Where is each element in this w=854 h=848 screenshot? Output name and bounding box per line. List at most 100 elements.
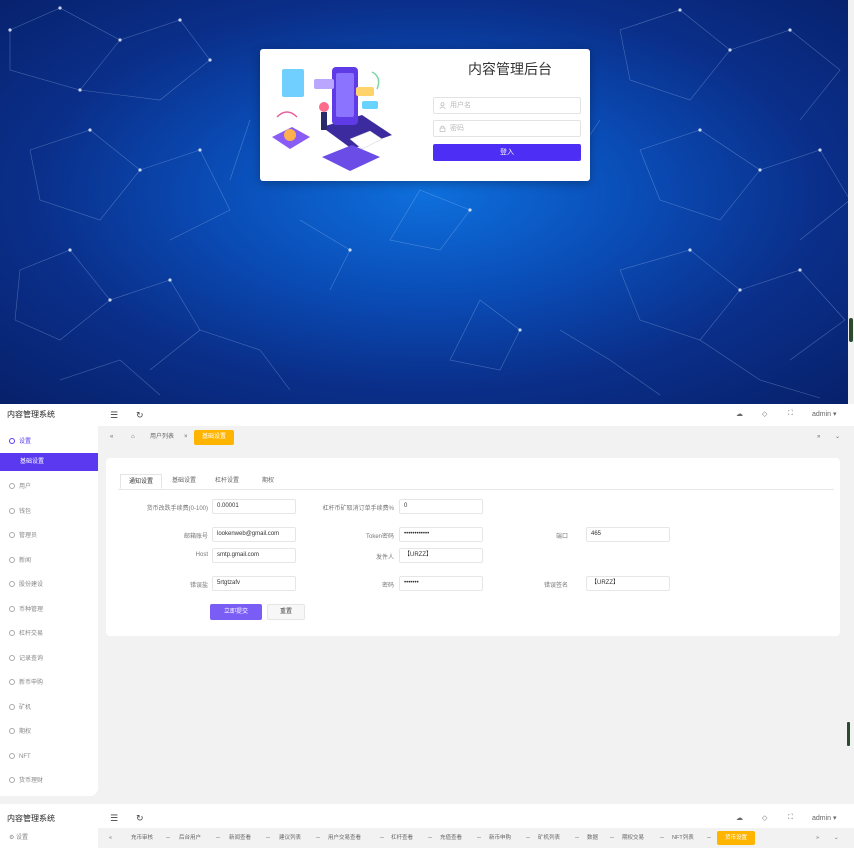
sidebar-item-nft[interactable]: NFT [0, 748, 98, 766]
tab-item[interactable]: 矿机列表 [535, 831, 563, 845]
sidebar-item-label: 股份建设 [19, 582, 44, 588]
reset-button[interactable]: 重置 [267, 604, 305, 620]
sidebar-item-label: 管理员 [19, 533, 38, 539]
tab-item[interactable]: 充值查看 [437, 831, 465, 845]
tab-separator [266, 837, 270, 838]
tab-base-settings[interactable]: 基础设置 [164, 474, 204, 489]
sidebar-item-basic-settings[interactable]: 基础设置 [0, 453, 98, 471]
tab-notify-settings[interactable]: 通知设置 [120, 474, 163, 489]
cancel-fee-input[interactable]: 0 [399, 499, 483, 514]
login-card: 内容管理后台 用户名 密码 登入 [260, 49, 590, 181]
sidebar-item-options[interactable]: 期权 [0, 723, 98, 741]
email-input[interactable]: lookenweb@gmail.com [212, 527, 296, 542]
tab-leverage-settings[interactable]: 杠杆设置 [207, 474, 247, 489]
tabs-prev-icon[interactable]: « [106, 831, 115, 845]
chevron-down-icon[interactable]: ⌄ [831, 831, 842, 845]
salt-input[interactable]: 5rtgtzafv [212, 576, 296, 591]
sidebar-item-miner[interactable]: 矿机 [0, 699, 98, 717]
sidebar-item-wealth[interactable]: 货币理财 [0, 772, 98, 790]
sidebar-item-news[interactable]: 新闻 [0, 552, 98, 570]
sender-input[interactable]: 【URZZ】 [399, 548, 483, 563]
user-icon [439, 102, 446, 109]
tab-item[interactable]: 数据 [584, 831, 601, 845]
host-label: Host [195, 552, 208, 558]
chart-icon [9, 581, 15, 587]
sidebar-item-label: 设置 [19, 439, 32, 445]
host-input[interactable]: smtp.gmail.com [212, 548, 296, 563]
admin-screen-partial: 内容管理系统 ⚙ 设置 ☰ ↻ ☁ ◇ ⛶ admin ▾ « 充币审核 后台用… [0, 810, 854, 848]
tabs-next-icon[interactable]: » [813, 831, 822, 845]
signature-input[interactable]: 【URZZ】 [586, 576, 670, 591]
sidebar-item-settings[interactable]: ⚙ 设置 [0, 828, 98, 848]
tab-item[interactable]: 后台用户 [176, 831, 204, 845]
theme-icon[interactable]: ☁ [736, 410, 743, 418]
username-placeholder: 用户名 [450, 102, 471, 109]
sidebar-item-new-coin[interactable]: 新币申购 [0, 674, 98, 692]
sidebar-item-users[interactable]: 用户 [0, 478, 98, 496]
sidebar-item-leverage[interactable]: 杠杆交易 [0, 625, 98, 643]
scrollbar-thumb[interactable] [847, 722, 850, 746]
home-icon[interactable]: ⌂ [127, 430, 139, 445]
list-icon [9, 753, 15, 759]
tab-separator [610, 837, 614, 838]
tag-icon[interactable]: ◇ [762, 814, 767, 822]
theme-icon[interactable]: ☁ [736, 814, 743, 822]
tab-options[interactable]: 期权 [254, 474, 282, 489]
scrollbar-thumb[interactable] [849, 318, 853, 342]
tab-separator [166, 837, 170, 838]
sidebar-item-label: 用户 [19, 484, 32, 490]
password-field[interactable]: ••••••• [399, 576, 483, 591]
tab-item[interactable]: 用户交易查看 [325, 831, 364, 845]
tab-basic-settings[interactable]: 基础设置 [194, 430, 235, 445]
port-input[interactable]: 465 [586, 527, 670, 542]
refresh-icon[interactable]: ↻ [136, 410, 144, 421]
fee-input[interactable]: 0.00001 [212, 499, 296, 514]
tab-separator [380, 837, 384, 838]
sidebar: 内容管理系统 设置 基础设置 用户 钱包 管理员 新闻 股份建设 币种管理 杠杆… [0, 404, 100, 804]
tab-item[interactable]: 充币审核 [128, 831, 156, 845]
username-input[interactable]: 用户名 [433, 97, 581, 114]
sidebar-item-label: 新闻 [19, 558, 32, 564]
top-bar: ☰ ↻ ☁ ◇ ⛶ admin ▾ [100, 810, 854, 828]
news-icon [9, 557, 15, 563]
sidebar-item-coins[interactable]: 币种管理 [0, 601, 98, 619]
refresh-icon[interactable]: ↻ [136, 813, 144, 824]
tab-item[interactable]: 新闻查看 [226, 831, 254, 845]
fullscreen-icon[interactable]: ⛶ [788, 410, 793, 418]
tab-item[interactable]: 期权交易 [619, 831, 647, 845]
top-bar: ☰ ↻ ☁ ◇ ⛶ admin ▾ [100, 404, 854, 426]
password-input[interactable]: 密码 [433, 120, 581, 137]
password-placeholder: 密码 [450, 125, 464, 132]
sidebar-item-shares[interactable]: 股份建设 [0, 576, 98, 594]
tab-item[interactable]: NFT列表 [669, 831, 697, 845]
login-button[interactable]: 登入 [433, 144, 581, 161]
sidebar-item-admins[interactable]: 管理员 [0, 527, 98, 545]
tab-item[interactable]: 建议列表 [276, 831, 304, 845]
tab-item[interactable]: 新币申购 [486, 831, 514, 845]
user-menu[interactable]: admin ▾ [812, 410, 837, 418]
fullscreen-icon[interactable]: ⛶ [788, 814, 793, 822]
sidebar-item-records[interactable]: 记录查询 [0, 650, 98, 668]
sidebar-item-label: 期权 [19, 729, 32, 735]
tab-item[interactable]: 杠杆查看 [388, 831, 416, 845]
sidebar-item-wallet[interactable]: 钱包 [0, 503, 98, 521]
user-menu[interactable]: admin ▾ [812, 814, 837, 822]
settings-card: 通知设置 基础设置 杠杆设置 期权 货币改跌手续费(0-100) 0.00001… [106, 458, 840, 636]
tag-icon[interactable]: ◇ [762, 410, 767, 418]
menu-icon[interactable]: ☰ [110, 410, 118, 421]
chevron-down-icon[interactable]: ⌄ [831, 430, 844, 445]
tab-close-icon[interactable]: × [180, 430, 192, 445]
submit-button[interactable]: 立即提交 [210, 604, 262, 620]
tabs-next-icon[interactable]: » [813, 430, 824, 445]
tab-currency-settings[interactable]: 货币设置 [717, 831, 756, 845]
list-icon [9, 728, 15, 734]
tab-user-list[interactable]: 用户列表 [146, 430, 178, 445]
token-password-input[interactable]: •••••••••••• [399, 527, 483, 542]
sidebar-item-label: 设置 [16, 835, 29, 841]
sidebar-item-settings[interactable]: 设置 [0, 433, 98, 451]
sidebar-item-label: 矿机 [19, 705, 32, 711]
scrollbar[interactable] [848, 0, 854, 404]
tabs-prev-icon[interactable]: « [106, 430, 117, 445]
fee-label: 货币改跌手续费(0-100) [146, 506, 208, 512]
menu-icon[interactable]: ☰ [110, 813, 118, 824]
